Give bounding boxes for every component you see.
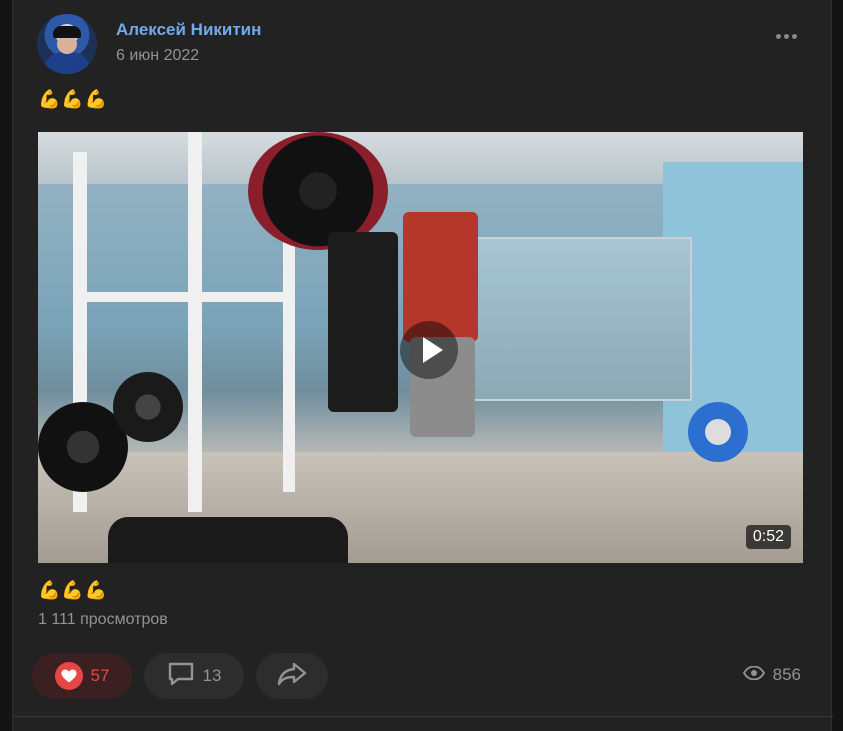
- share-icon: [277, 661, 307, 692]
- avatar[interactable]: [37, 14, 97, 74]
- video-scene-bench: [108, 517, 348, 563]
- comment-button[interactable]: 13: [144, 653, 244, 699]
- video-scene-plate: [113, 372, 183, 442]
- video-scene-rack: [73, 292, 293, 302]
- views-counter: 856: [742, 665, 801, 685]
- video-title[interactable]: 💪💪💪: [38, 580, 108, 601]
- share-button[interactable]: [256, 653, 328, 699]
- author-name[interactable]: Алексей Никитин: [116, 20, 261, 40]
- views-count: 856: [772, 665, 801, 684]
- eye-icon: [742, 665, 765, 685]
- divider: [13, 716, 833, 717]
- video-scene-rack: [283, 232, 295, 492]
- avatar-cap: [53, 26, 81, 38]
- video-views: 1 111 просмотров: [38, 611, 168, 628]
- video-scene-rack: [188, 132, 202, 512]
- post-date[interactable]: 6 июн 2022: [116, 47, 199, 65]
- more-icon[interactable]: [776, 34, 797, 39]
- play-icon[interactable]: [400, 321, 458, 379]
- comment-count: 13: [202, 666, 222, 685]
- like-button[interactable]: 57: [32, 653, 132, 699]
- video-player[interactable]: 0:52: [38, 132, 803, 563]
- video-duration: 0:52: [745, 525, 791, 549]
- post-card: Алексей Никитин 6 июн 2022 💪💪💪 0:52 💪💪💪 …: [12, 0, 833, 731]
- like-count: 57: [90, 666, 110, 685]
- post-text: 💪💪💪: [38, 89, 109, 109]
- heart-icon: [54, 662, 83, 690]
- video-scene-plate: [688, 402, 748, 462]
- comment-icon: [167, 661, 195, 692]
- avatar-jacket: [43, 52, 91, 74]
- video-scene-person: [328, 232, 398, 412]
